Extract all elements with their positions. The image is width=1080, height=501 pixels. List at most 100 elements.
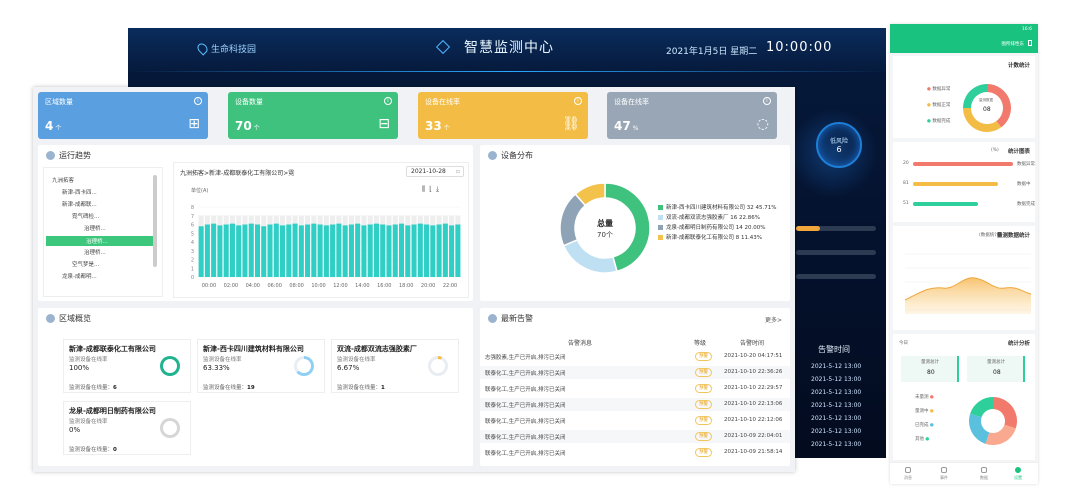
y-tick-label: 2 — [191, 258, 194, 264]
risk-ring: 低风险 6 — [816, 122, 862, 168]
data-bar[interactable] — [229, 223, 235, 277]
info-icon[interactable]: i — [384, 97, 392, 105]
data-bar[interactable] — [336, 223, 342, 277]
data-bar[interactable] — [361, 225, 367, 277]
region-card[interactable]: 新津-西卡四川建筑材料有限公司 监测设备在线率 63.33% 监测设备在线量：19 — [197, 339, 325, 393]
tree-node[interactable]: 空气梦是... — [72, 260, 99, 268]
data-bar[interactable] — [298, 225, 304, 277]
region-percent: 0% — [69, 426, 81, 434]
data-bar[interactable] — [411, 224, 417, 278]
data-bar[interactable] — [311, 223, 317, 277]
data-bar[interactable] — [405, 225, 411, 277]
data-bar[interactable] — [323, 225, 329, 277]
data-bar[interactable] — [292, 223, 298, 277]
date-picker[interactable]: 2021-10-28 ▫ — [406, 166, 464, 177]
data-bar[interactable] — [254, 224, 261, 278]
line-chart-icon[interactable]: ⌊ — [429, 185, 436, 193]
donut-slice[interactable] — [562, 238, 618, 274]
data-bar[interactable] — [317, 224, 323, 278]
tree-node[interactable]: 治理桥... — [46, 236, 154, 246]
info-icon[interactable]: i — [574, 97, 582, 105]
data-bar[interactable] — [305, 224, 311, 278]
alarm-row[interactable]: 联泰化工,生产已开启,排污已关闭 预警 2021-10-10 22:12:06 — [480, 414, 790, 427]
data-bar[interactable] — [261, 226, 267, 277]
data-bar[interactable] — [442, 223, 448, 277]
data-bar[interactable] — [204, 224, 210, 278]
data-bar[interactable] — [417, 223, 423, 277]
stat-card[interactable]: 区域数量 i 4 个 ⊞ — [38, 92, 208, 139]
tree-scrollbar[interactable] — [153, 175, 157, 267]
data-bar[interactable] — [424, 224, 430, 278]
data-bar[interactable] — [386, 225, 392, 277]
data-bar[interactable] — [430, 225, 436, 277]
mobile-bar[interactable] — [913, 162, 1013, 166]
region-name: 新津-西卡四川建筑材料有限公司 — [203, 345, 304, 353]
data-bar[interactable] — [373, 223, 379, 277]
data-bar[interactable] — [380, 224, 386, 278]
dark-progress-bar — [796, 226, 876, 231]
alarm-row[interactable]: 志强胶素,生产已开启,排污已关闭 预警 2021-10-20 04:17:51 — [480, 350, 790, 363]
more-link[interactable]: 更多> — [765, 315, 782, 324]
data-bar[interactable] — [267, 224, 273, 278]
alarm-row[interactable]: 联泰化工,生产已开启,排污已关闭 预警 2021-10-10 22:36:26 — [480, 366, 790, 379]
stat-card-value: 33 个 — [425, 119, 450, 133]
tree-node[interactable]: 新津-西卡四... — [62, 188, 97, 196]
data-bar[interactable] — [330, 224, 336, 278]
data-bar[interactable] — [342, 225, 348, 277]
data-bar[interactable] — [348, 224, 354, 278]
mobile-bar[interactable] — [913, 182, 998, 186]
x-tick-label: 16:00 — [377, 283, 391, 289]
nav-events[interactable]: 事件 — [934, 467, 954, 481]
tree-node[interactable]: 治理桥... — [84, 248, 106, 256]
mobile-bars-title: 统计图表 — [1007, 149, 1030, 155]
data-bar[interactable] — [223, 224, 229, 278]
nav-settings[interactable]: 设置 — [1008, 467, 1028, 481]
tree-node[interactable]: 霓气碑检... — [72, 212, 99, 220]
tree-node[interactable]: 新津-成都联... — [62, 200, 97, 208]
data-bar[interactable] — [236, 225, 242, 277]
region-card[interactable]: 新津-成都联泰化工有限公司 监测设备在线率 100% 监测设备在线量：6 — [63, 339, 191, 393]
nav-data[interactable]: 数据 — [974, 467, 994, 481]
legend-item: 未量测 ● — [915, 395, 934, 400]
info-icon[interactable]: i — [194, 97, 202, 105]
alarm-row[interactable]: 联泰化工,生产已开启,排污已关闭 预警 2021-10-09 22:04:01 — [480, 430, 790, 443]
alarm-time: 2021-10-09 21:58:14 — [724, 449, 783, 455]
settings-icon — [1015, 467, 1021, 473]
data-bar[interactable] — [392, 224, 398, 278]
data-bar[interactable] — [455, 224, 461, 278]
region-card[interactable]: 龙泉-成都明日制药有限公司 监测设备在线率 0% 监测设备在线量：0 — [63, 401, 191, 455]
stat-card[interactable]: 设备数量 i 70 个 ⊟ — [228, 92, 398, 139]
data-bar[interactable] — [449, 225, 455, 277]
data-bar[interactable] — [436, 224, 442, 278]
trash-icon[interactable] — [1028, 40, 1032, 46]
tree-node[interactable]: 治理桥... — [84, 224, 106, 232]
data-bar[interactable] — [217, 225, 223, 277]
data-bar[interactable] — [248, 223, 254, 277]
download-icon[interactable]: ⤓ — [436, 185, 443, 193]
data-bar[interactable] — [242, 224, 248, 278]
trend-panel: 运行趋势 九洲拓客 新津-西卡四... 新津-成都联... 霓气碑检... 治理桥...… — [38, 145, 473, 301]
data-bar[interactable] — [286, 224, 292, 278]
alarm-row[interactable]: 联泰化工,生产已开启,排污已关闭 预警 2021-10-10 22:29:57 — [480, 382, 790, 395]
data-bar[interactable] — [198, 226, 204, 277]
data-bar[interactable] — [398, 223, 405, 277]
data-bar[interactable] — [355, 223, 361, 277]
tree-node[interactable]: 九洲拓客 — [52, 176, 74, 184]
info-icon[interactable]: i — [763, 97, 771, 105]
mobile-bar[interactable] — [913, 202, 978, 206]
location-pin-icon — [195, 41, 210, 56]
data-bar[interactable] — [211, 223, 217, 277]
alarm-row[interactable]: 联泰化工,生产已开启,排污已关闭 预警 2021-10-10 22:13:06 — [480, 398, 790, 411]
region-card[interactable]: 双流-成都双流志强胶素厂 监测设备在线率 6.67% 监测设备在线量：1 — [331, 339, 459, 393]
nav-messages[interactable]: 消息 — [898, 467, 918, 481]
data-bar[interactable] — [367, 224, 373, 278]
data-bar[interactable] — [273, 223, 279, 277]
y-tick-label: 3 — [191, 249, 194, 255]
stat-card[interactable]: 设备在线率 i 47% ◌ — [607, 92, 777, 139]
data-bar[interactable] — [280, 225, 286, 277]
alarm-row[interactable]: 联泰化工,生产已开启,排污已关闭 预警 2021-10-09 21:58:14 — [480, 446, 790, 459]
tree-node[interactable]: 龙泉-成都明... — [62, 272, 97, 280]
distribution-icon — [488, 151, 497, 160]
region-count: 监测设备在线量：1 — [337, 385, 385, 391]
stat-card[interactable]: 设备在线率 i 33 个 ⛓ — [418, 92, 588, 139]
